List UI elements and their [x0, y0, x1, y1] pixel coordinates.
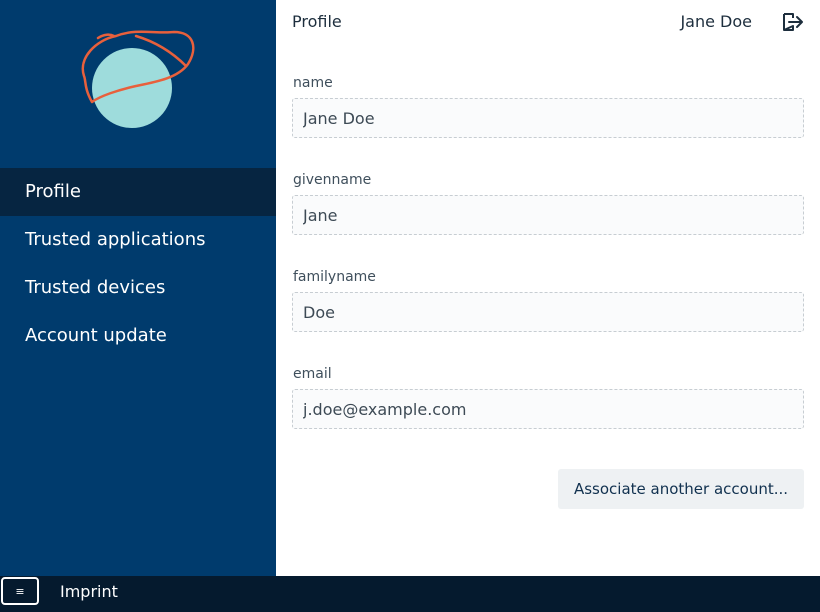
menu-toggle-button[interactable]: ≡ [1, 577, 39, 605]
email-label: email [293, 366, 332, 382]
sidebar-item-profile[interactable]: Profile [0, 168, 276, 216]
familyname-field[interactable] [292, 292, 804, 332]
logo [81, 30, 195, 128]
logout-icon[interactable] [782, 12, 804, 32]
menu-icon: ≡ [15, 584, 25, 598]
familyname-label: familyname [293, 269, 376, 285]
sidebar: Profile Trusted applications Trusted dev… [0, 0, 276, 576]
givenname-field[interactable] [292, 195, 804, 235]
name-field[interactable] [292, 98, 804, 138]
email-field[interactable] [292, 389, 804, 429]
page-title: Profile [292, 12, 342, 31]
sidebar-item-trusted-applications[interactable]: Trusted applications [0, 216, 276, 264]
sidebar-item-account-update[interactable]: Account update [0, 312, 276, 360]
name-label: name [293, 75, 333, 91]
main-content: Profile Jane Doe name givenname familyna… [276, 0, 820, 576]
associate-account-button[interactable]: Associate another account... [558, 469, 804, 509]
imprint-link[interactable]: Imprint [60, 582, 118, 601]
topbar: Profile Jane Doe [292, 12, 804, 34]
givenname-label: givenname [293, 172, 372, 188]
user-name: Jane Doe [680, 12, 752, 31]
sidebar-nav: Profile Trusted applications Trusted dev… [0, 168, 276, 360]
footer: ≡ Imprint [0, 576, 820, 612]
sidebar-item-trusted-devices[interactable]: Trusted devices [0, 264, 276, 312]
